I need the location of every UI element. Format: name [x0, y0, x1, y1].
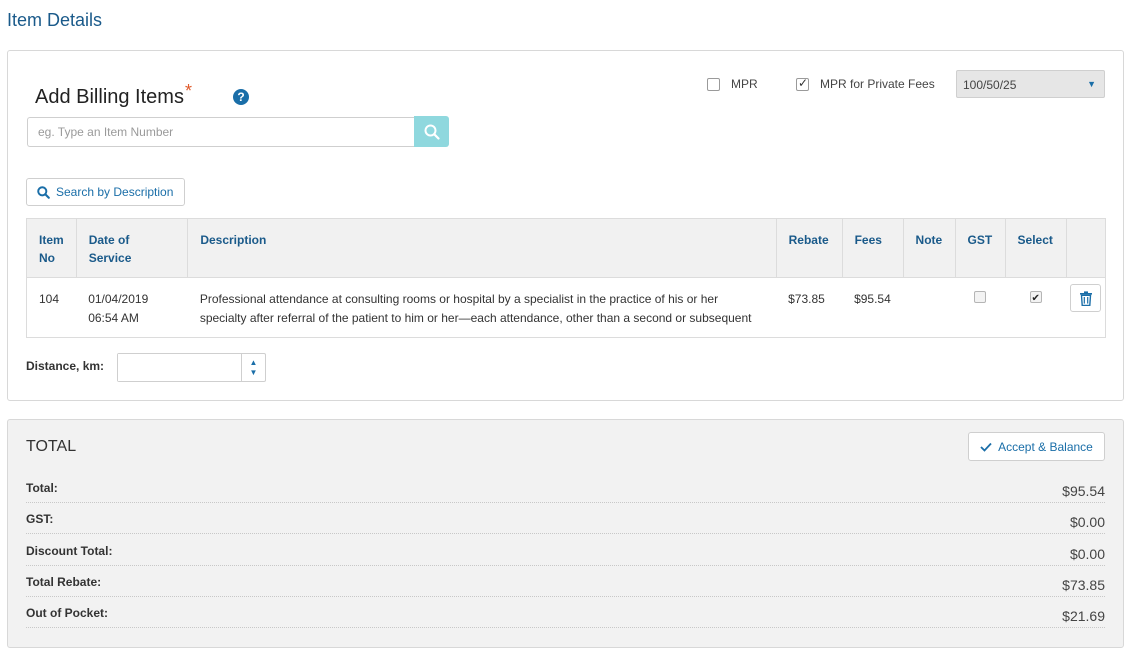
table-header-row: Item No Date of Service Description Reba… — [26, 218, 1106, 278]
col-gst: GST — [955, 218, 1006, 278]
required-marker: * — [184, 81, 192, 101]
total-rebate-value: $73.85 — [1062, 577, 1105, 593]
note-cell[interactable] — [903, 277, 956, 338]
discount-total-value: $0.00 — [1069, 546, 1105, 562]
search-by-description-label: Search by Description — [56, 185, 174, 199]
search-by-description-button[interactable]: Search by Description — [26, 178, 185, 206]
gst-checkbox[interactable] — [974, 291, 987, 303]
total-panel: TOTAL Accept & Balance Total: $95.54 GST… — [7, 419, 1124, 648]
out-of-pocket-value: $21.69 — [1062, 608, 1105, 624]
distance-stepper[interactable]: ▲ ▼ — [241, 354, 265, 381]
select-cell — [1005, 277, 1066, 338]
mpr-label: MPR — [731, 77, 758, 91]
add-billing-items-title: Add Billing Items — [35, 86, 184, 108]
gst-value: $0.00 — [1069, 514, 1105, 530]
col-select: Select — [1005, 218, 1067, 278]
col-actions — [1066, 218, 1106, 278]
accept-balance-label: Accept & Balance — [998, 439, 1093, 454]
col-fees: Fees — [842, 218, 904, 278]
page-title: Item Details — [7, 10, 103, 30]
chevron-down-icon[interactable]: ▼ — [250, 368, 258, 378]
total-row: Total: $95.54 — [26, 478, 1105, 503]
discount-total-label: Discount Total: — [26, 544, 113, 558]
distance-field: ▲ ▼ — [117, 353, 266, 382]
item-search-button[interactable] — [414, 116, 449, 147]
trash-icon — [1079, 290, 1092, 306]
discount-total-row: Discount Total: $0.00 — [26, 541, 1105, 566]
mpr-private-fees-label: MPR for Private Fees — [820, 77, 935, 91]
description-cell: Professional attendance at consulting ro… — [187, 277, 777, 338]
fee-schedule-select[interactable]: 100/50/25 ▼ — [956, 70, 1105, 98]
table-row[interactable]: 104 01/04/2019 06:54 AM Professional att… — [26, 277, 1106, 338]
fees-cell: $95.54 — [842, 277, 904, 338]
billing-items-panel: Add Billing Items* ? MPR MPR for Private… — [7, 50, 1124, 401]
out-of-pocket-row: Out of Pocket: $21.69 — [26, 603, 1105, 628]
mpr-private-fees-checkbox[interactable] — [796, 76, 809, 91]
out-of-pocket-label: Out of Pocket: — [26, 606, 109, 620]
delete-item-button[interactable] — [1070, 284, 1101, 312]
search-icon — [37, 185, 50, 199]
date-of-service-cell: 01/04/2019 06:54 AM — [76, 277, 188, 338]
service-time: 06:54 AM — [88, 311, 139, 325]
total-value: $95.54 — [1062, 483, 1105, 499]
search-icon — [424, 124, 440, 140]
total-heading: TOTAL — [26, 438, 77, 455]
total-rebate-label: Total Rebate: — [26, 575, 102, 589]
check-icon — [980, 442, 992, 452]
distance-label: Distance, km: — [26, 359, 105, 373]
add-billing-items-heading: Add Billing Items* — [35, 81, 192, 109]
gst-label: GST: — [26, 512, 54, 526]
item-number-search-input[interactable] — [27, 117, 415, 147]
accept-balance-button[interactable]: Accept & Balance — [968, 432, 1105, 461]
item-description: Professional attendance at consulting ro… — [199, 292, 752, 325]
actions-cell — [1066, 277, 1106, 338]
rebate-cell: $73.85 — [776, 277, 843, 338]
service-date: 01/04/2019 — [88, 292, 149, 306]
mpr-checkbox[interactable] — [707, 78, 720, 91]
total-rebate-row: Total Rebate: $73.85 — [26, 572, 1105, 597]
col-note: Note — [903, 218, 956, 278]
total-label: Total: — [26, 481, 58, 495]
chevron-down-icon: ▼ — [1087, 79, 1096, 89]
col-date-of-service: Date of Service — [76, 218, 189, 278]
distance-input[interactable] — [118, 354, 240, 381]
gst-cell — [955, 277, 1006, 338]
billing-items-table: Item No Date of Service Description Reba… — [26, 218, 1106, 338]
gst-row: GST: $0.00 — [26, 509, 1105, 534]
help-icon[interactable]: ? — [233, 89, 249, 105]
select-checkbox[interactable] — [1029, 289, 1042, 308]
col-description: Description — [187, 218, 777, 278]
chevron-up-icon[interactable]: ▲ — [250, 358, 258, 368]
item-no-cell: 104 — [26, 277, 77, 338]
fee-schedule-value: 100/50/25 — [963, 78, 1017, 92]
col-rebate: Rebate — [776, 218, 843, 278]
col-item-no: Item No — [26, 218, 77, 278]
